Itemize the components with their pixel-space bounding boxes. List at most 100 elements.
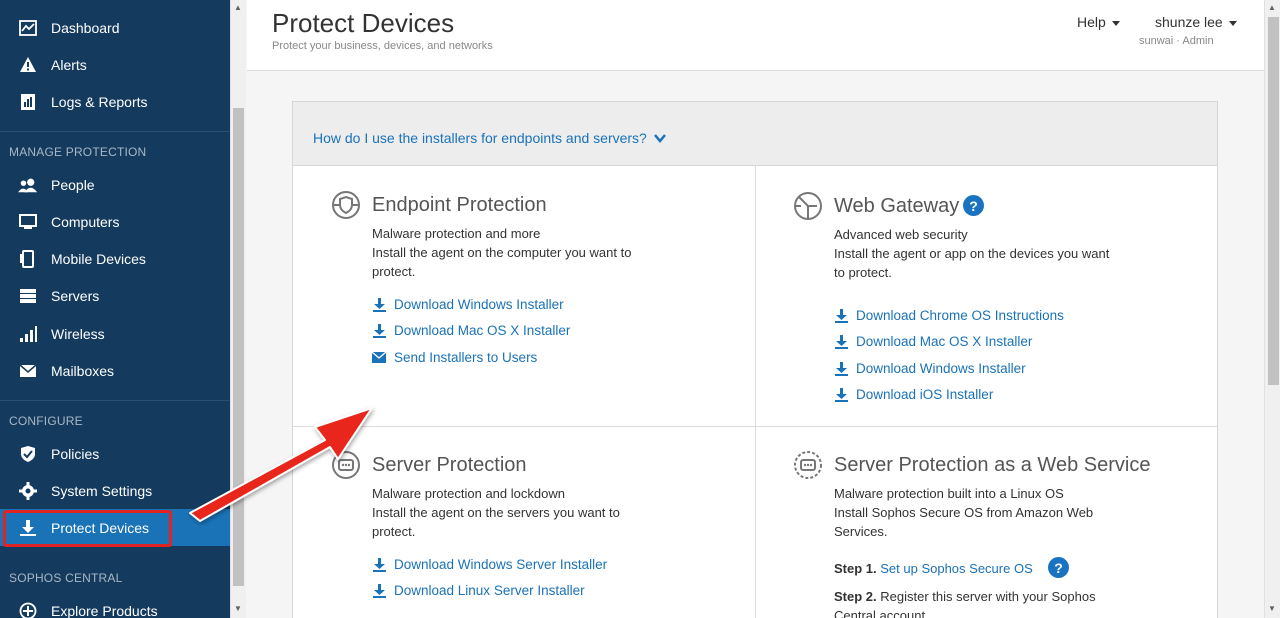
sidebar-item-label: Alerts [51, 56, 87, 73]
endpoint-protection-title: Endpoint Protection [372, 194, 547, 216]
sidebar-item-people[interactable]: People [0, 166, 230, 203]
server-protection-title: Server Protection [372, 454, 527, 476]
sidebar-item-mobile-devices[interactable]: Mobile Devices [0, 240, 230, 277]
scroll-down-arrow-icon[interactable]: ▼ [234, 604, 242, 613]
mail-icon [372, 351, 386, 365]
download-icon [372, 323, 386, 338]
link-text: Send Installers to Users [394, 350, 538, 365]
link-text: Download Mac OS X Installer [394, 323, 571, 338]
sidebar-item-label: Mailboxes [51, 362, 115, 379]
help-menu[interactable]: Help [1077, 14, 1120, 30]
link-text: Download Mac OS X Installer [856, 334, 1033, 349]
nav-divider [0, 131, 230, 132]
server-web-desc-line2: Install Sophos Secure OS from Amazon Web [834, 505, 1094, 520]
download-windows-installer-link[interactable]: Download Windows Installer [372, 297, 564, 312]
mail-icon [18, 361, 38, 381]
sidebar-item-label: Policies [51, 445, 100, 462]
web-gateway-desc: Advanced web security Install the agent … [834, 225, 1109, 282]
step-1: Step 1. Set up Sophos Secure OS [834, 561, 1033, 576]
sidebar-item-label: People [51, 176, 95, 193]
chevron-down-icon [1111, 20, 1120, 26]
server-desc: Malware protection and lockdown Install … [372, 484, 620, 541]
plus-circle-icon [18, 601, 38, 618]
download-windows-installer-link[interactable]: Download Windows Installer [834, 361, 1026, 376]
server-icon [18, 286, 38, 306]
web-gateway-desc-line1: Advanced web security [834, 227, 968, 242]
endpoint-protection-icon [331, 190, 361, 220]
computer-icon [18, 212, 38, 232]
download-windows-server-link[interactable]: Download Windows Server Installer [372, 557, 607, 572]
how-to-bar: How do I use the installers for endpoint… [293, 102, 1217, 166]
annotation-highlight-box [3, 510, 172, 547]
how-to-link[interactable]: How do I use the installers for endpoint… [313, 130, 666, 146]
server-web-desc: Malware protection built into a Linux OS… [834, 484, 1093, 541]
link-text: Download Windows Installer [394, 297, 564, 312]
sidebar-item-label: Mobile Devices [51, 250, 146, 267]
people-icon [18, 175, 38, 195]
server-desc-line1: Malware protection and lockdown [372, 486, 565, 501]
sidebar-item-label: System Settings [51, 482, 153, 499]
download-linux-server-link[interactable]: Download Linux Server Installer [372, 583, 585, 598]
help-label: Help [1077, 14, 1106, 30]
scroll-down-arrow-icon[interactable]: ▼ [1268, 604, 1276, 613]
sidebar-item-wireless[interactable]: Wireless [0, 315, 230, 352]
download-ios-installer-link[interactable]: Download iOS Installer [834, 387, 993, 402]
help-question-icon[interactable]: ? [1048, 557, 1069, 578]
server-web-desc-line3: Services. [834, 524, 888, 539]
sidebar-item-label: Logs & Reports [51, 93, 148, 110]
sidebar-item-label: Wireless [51, 325, 105, 342]
page-title: Protect Devices [272, 8, 455, 38]
download-icon [372, 557, 386, 572]
annotation-arrow-icon [189, 407, 373, 522]
setup-secure-os-link[interactable]: Set up Sophos Secure OS [880, 561, 1032, 576]
page-scrollbar[interactable]: ▲ ▼ [1264, 0, 1280, 618]
send-installers-link[interactable]: Send Installers to Users [372, 350, 537, 365]
web-gateway-desc-line3: to protect. [834, 265, 892, 280]
section-label-sophos-central: SOPHOS CENTRAL [9, 571, 123, 585]
user-name: shunze lee [1155, 14, 1223, 30]
row-divider [293, 426, 1217, 427]
sidebar-item-mailboxes[interactable]: Mailboxes [0, 352, 230, 389]
chevron-down-icon [1228, 20, 1237, 26]
sidebar-item-alerts[interactable]: Alerts [0, 46, 230, 83]
server-web-desc-line1: Malware protection built into a Linux OS [834, 486, 1064, 501]
mobile-icon [18, 249, 38, 269]
help-question-icon[interactable]: ? [963, 195, 984, 216]
reports-icon [18, 92, 38, 112]
step-2-text-2: Central account [834, 608, 926, 618]
download-mac-installer-link[interactable]: Download Mac OS X Installer [834, 334, 1032, 349]
download-chrome-os-link[interactable]: Download Chrome OS Instructions [834, 308, 1064, 323]
page-subtitle: Protect your business, devices, and netw… [272, 40, 493, 52]
download-icon [834, 308, 848, 323]
download-icon [834, 387, 848, 402]
section-label-configure: CONFIGURE [9, 414, 83, 428]
scroll-up-arrow-icon[interactable]: ▲ [1268, 3, 1276, 12]
link-text: Download Windows Installer [856, 361, 1026, 376]
section-label-manage: MANAGE PROTECTION [9, 145, 147, 159]
download-icon [834, 361, 848, 376]
download-icon [834, 334, 848, 349]
step-1-label: Step 1. [834, 561, 877, 576]
scrollbar-thumb[interactable] [1268, 17, 1279, 385]
sidebar-item-logs-reports[interactable]: Logs & Reports [0, 83, 230, 120]
link-text: Download Windows Server Installer [394, 557, 608, 572]
sidebar-item-explore-products[interactable]: Explore Products [0, 592, 230, 618]
endpoint-desc-line1: Malware protection and more [372, 226, 541, 241]
installers-panel: How do I use the installers for endpoint… [292, 101, 1218, 618]
sidebar-item-computers[interactable]: Computers [0, 203, 230, 240]
server-desc-line2: Install the agent on the servers you wan… [372, 505, 620, 520]
gear-icon [18, 481, 38, 501]
sidebar-item-servers[interactable]: Servers [0, 277, 230, 314]
web-gateway-icon [793, 191, 823, 221]
user-menu[interactable]: shunze lee [1155, 14, 1237, 30]
link-text: Download Linux Server Installer [394, 583, 585, 598]
server-desc-line3: protect. [372, 524, 416, 539]
alert-icon [18, 55, 38, 75]
download-mac-installer-link[interactable]: Download Mac OS X Installer [372, 323, 570, 338]
sidebar-item-dashboard[interactable]: Dashboard [0, 9, 230, 46]
column-divider [755, 166, 756, 618]
sidebar-item-label: Computers [51, 213, 120, 230]
chevron-down-icon [653, 134, 666, 143]
scroll-up-arrow-icon[interactable]: ▲ [234, 3, 242, 12]
sidebar-item-label: Dashboard [51, 19, 120, 36]
